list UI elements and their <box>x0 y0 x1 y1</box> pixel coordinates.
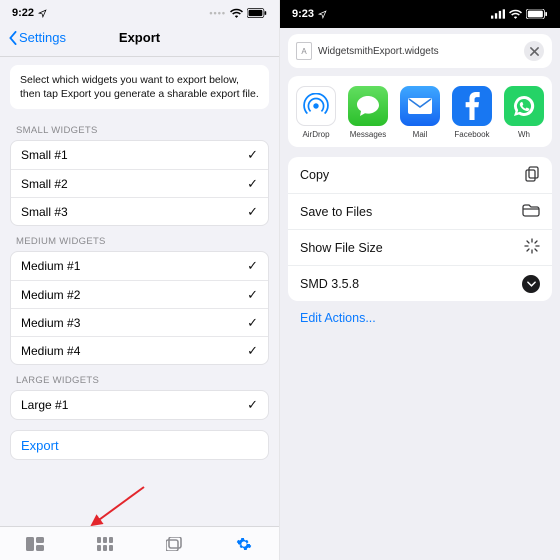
export-settings-screen: 9:22 •••• Settings Export <box>0 0 280 560</box>
list-item[interactable]: Small #3✓ <box>11 197 268 225</box>
list-item[interactable]: Medium #3✓ <box>11 308 268 336</box>
tab-single-widget[interactable] <box>0 537 70 551</box>
sparkle-icon <box>524 238 540 257</box>
mail-icon <box>400 86 440 126</box>
close-button[interactable] <box>524 41 544 61</box>
share-target-mail[interactable]: Mail <box>398 86 442 139</box>
copy-icon <box>524 166 540 185</box>
airdrop-icon <box>296 86 336 126</box>
document-icon: A <box>296 42 312 60</box>
share-target-facebook[interactable]: Facebook <box>450 86 494 139</box>
medium-widgets-group: Medium #1✓ Medium #2✓ Medium #3✓ Medium … <box>10 251 269 365</box>
share-target-messages[interactable]: Messages <box>346 86 390 139</box>
facebook-icon <box>452 86 492 126</box>
action-copy[interactable]: Copy <box>288 157 552 193</box>
share-apps-row: AirDrop Messages Mail Facebook <box>288 76 552 147</box>
checkmark-icon: ✓ <box>247 397 258 413</box>
chevron-down-icon <box>522 275 540 293</box>
export-group: Export <box>10 430 269 460</box>
battery-icon <box>526 9 548 19</box>
list-item[interactable]: Small #2✓ <box>11 169 268 197</box>
list-item[interactable]: Large #1✓ <box>11 391 268 419</box>
more-dots-icon: •••• <box>209 8 226 18</box>
checkmark-icon: ✓ <box>247 287 258 303</box>
export-button[interactable]: Export <box>11 431 268 459</box>
list-item[interactable]: Medium #1✓ <box>11 252 268 280</box>
status-time: 9:23 <box>292 8 314 20</box>
status-time: 9:22 <box>12 7 34 19</box>
signal-icon <box>491 9 505 19</box>
section-label-small: SMALL WIDGETS <box>0 115 279 140</box>
intro-text: Select which widgets you want to export … <box>10 65 269 109</box>
edit-actions-button[interactable]: Edit Actions... <box>280 301 560 335</box>
list-item[interactable]: Medium #4✓ <box>11 336 268 364</box>
share-header: A WidgetsmithExport.widgets <box>288 34 552 68</box>
list-item[interactable]: Medium #2✓ <box>11 280 268 308</box>
action-show-file-size[interactable]: Show File Size <box>288 229 552 265</box>
checkmark-icon: ✓ <box>247 258 258 274</box>
battery-icon <box>247 8 267 18</box>
filename: WidgetsmithExport.widgets <box>318 46 439 57</box>
location-icon <box>38 9 47 18</box>
wifi-icon <box>230 8 243 18</box>
large-widgets-group: Large #1✓ <box>10 390 269 420</box>
tab-settings[interactable] <box>209 536 279 552</box>
tab-grid[interactable] <box>70 537 140 551</box>
list-item[interactable]: Small #1✓ <box>11 141 268 169</box>
tab-bar <box>0 526 279 560</box>
whatsapp-icon <box>504 86 544 126</box>
folder-icon <box>522 204 540 220</box>
action-save-to-files[interactable]: Save to Files <box>288 193 552 229</box>
checkmark-icon: ✓ <box>247 315 258 331</box>
share-target-airdrop[interactable]: AirDrop <box>294 86 338 139</box>
share-target-whatsapp[interactable]: Wh <box>502 86 546 139</box>
action-smd[interactable]: SMD 3.5.8 <box>288 265 552 301</box>
wifi-icon <box>509 9 522 19</box>
section-label-medium: MEDIUM WIDGETS <box>0 226 279 251</box>
small-widgets-group: Small #1✓ Small #2✓ Small #3✓ <box>10 140 269 226</box>
status-bar: 9:22 •••• <box>0 0 279 26</box>
tab-cards[interactable] <box>140 537 210 551</box>
status-bar: 9:23 <box>280 0 560 28</box>
checkmark-icon: ✓ <box>247 343 258 359</box>
messages-icon <box>348 86 388 126</box>
page-title: Export <box>0 30 279 45</box>
location-icon <box>318 10 327 19</box>
share-actions-list: Copy Save to Files Show File Size SMD 3.… <box>288 157 552 301</box>
section-label-large: LARGE WIDGETS <box>0 365 279 390</box>
share-sheet-screen: 9:23 A WidgetsmithExport.widg <box>280 0 560 560</box>
nav-bar: Settings Export <box>0 26 279 56</box>
checkmark-icon: ✓ <box>247 176 258 192</box>
checkmark-icon: ✓ <box>247 204 258 220</box>
checkmark-icon: ✓ <box>247 147 258 163</box>
